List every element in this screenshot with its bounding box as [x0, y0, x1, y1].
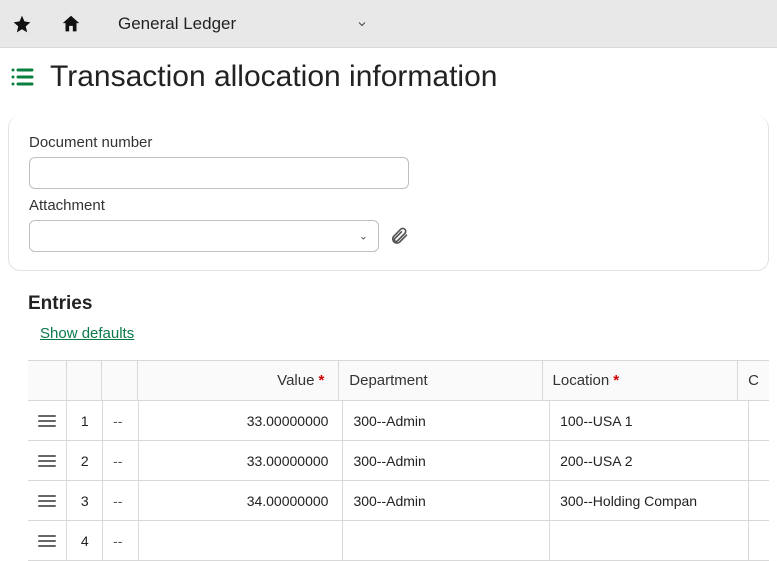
cell-location[interactable]: 200--USA 2: [550, 441, 749, 480]
col-dash: [102, 361, 137, 400]
attachment-label: Attachment: [29, 197, 748, 214]
document-number-label: Document number: [29, 134, 748, 151]
row-dash: --: [103, 521, 139, 560]
drag-handle-icon[interactable]: [28, 441, 67, 480]
drag-handle-icon[interactable]: [28, 521, 67, 560]
cell-extra[interactable]: [749, 481, 769, 520]
cell-department[interactable]: 300--Admin: [343, 441, 550, 480]
col-rownum: [67, 361, 102, 400]
table-row[interactable]: 3--34.00000000300--Admin300--Holding Com…: [28, 481, 769, 521]
cell-value[interactable]: [139, 521, 344, 560]
drag-handle-icon[interactable]: [28, 401, 67, 440]
chevron-down-icon: ⌄: [359, 230, 368, 243]
col-location[interactable]: Location*: [543, 361, 739, 400]
favorite-star-icon[interactable]: [12, 14, 32, 34]
cell-location[interactable]: [550, 521, 749, 560]
module-selector[interactable]: General Ledger: [110, 10, 376, 38]
row-number: 4: [67, 521, 103, 560]
cell-value[interactable]: 33.00000000: [139, 401, 344, 440]
chevron-down-icon: [356, 18, 368, 30]
table-row[interactable]: 4--: [28, 521, 769, 561]
document-number-input[interactable]: [29, 157, 409, 189]
cell-location[interactable]: 300--Holding Compan: [550, 481, 749, 520]
required-marker: *: [318, 372, 324, 389]
module-label: General Ledger: [118, 14, 236, 34]
cell-extra[interactable]: [749, 401, 769, 440]
show-defaults-link[interactable]: Show defaults: [40, 325, 134, 342]
required-marker: *: [613, 372, 619, 389]
attachment-select[interactable]: ⌄: [29, 220, 379, 252]
page-menu-icon[interactable]: [10, 67, 34, 87]
home-icon[interactable]: [60, 13, 82, 35]
drag-handle-icon[interactable]: [28, 481, 67, 520]
row-dash: --: [103, 441, 139, 480]
cell-location[interactable]: 100--USA 1: [550, 401, 749, 440]
cell-value[interactable]: 34.00000000: [139, 481, 344, 520]
entries-section: Entries Show defaults Value* Department …: [28, 293, 769, 561]
paperclip-icon[interactable]: [389, 226, 409, 246]
row-number: 2: [67, 441, 103, 480]
cell-extra[interactable]: [749, 521, 769, 560]
cell-value[interactable]: 33.00000000: [139, 441, 344, 480]
col-extra[interactable]: C: [738, 361, 769, 400]
cell-department[interactable]: 300--Admin: [343, 401, 550, 440]
row-number: 1: [67, 401, 103, 440]
col-department[interactable]: Department: [339, 361, 542, 400]
col-value[interactable]: Value*: [138, 361, 340, 400]
top-bar: General Ledger: [0, 0, 777, 48]
grid-header: Value* Department Location* C: [28, 361, 769, 401]
cell-extra[interactable]: [749, 441, 769, 480]
title-row: Transaction allocation information: [0, 48, 777, 104]
entries-grid: Value* Department Location* C 1--33.0000…: [28, 360, 769, 561]
table-row[interactable]: 2--33.00000000300--Admin200--USA 2: [28, 441, 769, 481]
row-number: 3: [67, 481, 103, 520]
cell-department[interactable]: [343, 521, 550, 560]
row-dash: --: [103, 401, 139, 440]
form-panel: Document number Attachment ⌄: [8, 116, 769, 271]
page-title: Transaction allocation information: [50, 60, 497, 94]
entries-title: Entries: [28, 293, 769, 315]
attachment-field: Attachment ⌄: [29, 197, 748, 252]
table-row[interactable]: 1--33.00000000300--Admin100--USA 1: [28, 401, 769, 441]
cell-department[interactable]: 300--Admin: [343, 481, 550, 520]
document-number-field: Document number: [29, 134, 748, 189]
col-handle: [28, 361, 67, 400]
row-dash: --: [103, 481, 139, 520]
